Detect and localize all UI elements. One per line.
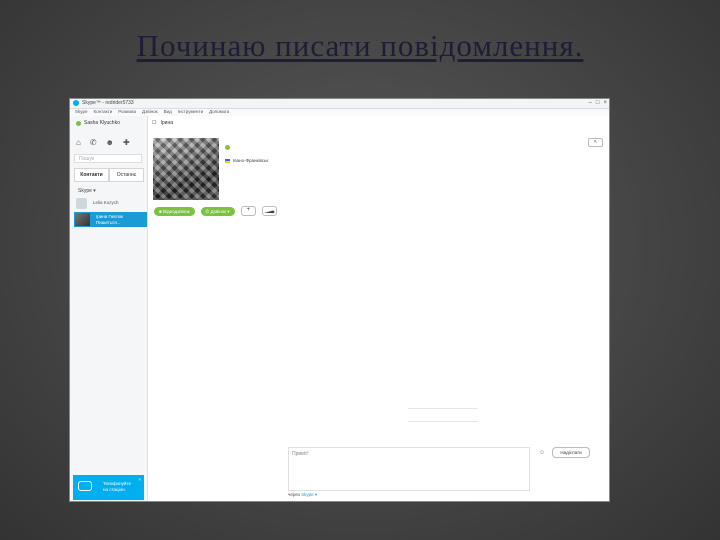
divider xyxy=(408,421,478,422)
expand-button[interactable]: ⇱ xyxy=(588,138,603,147)
avatar xyxy=(76,198,87,209)
menu-view[interactable]: Вид xyxy=(164,109,172,116)
video-call-button[interactable]: ■ Відеодзвінок xyxy=(154,206,195,216)
divider xyxy=(408,408,478,409)
call-quality-icon[interactable]: ▁▂▃▄ xyxy=(261,206,277,216)
menu-bar: Skype Контакти Розмова Дзвінок Вид Інстр… xyxy=(70,109,609,116)
avatar xyxy=(75,213,90,226)
promo-line2: на стаціон. xyxy=(103,487,126,492)
call-label: Дзвінок ▾ xyxy=(210,208,230,214)
contact-group-label[interactable]: Skype ▾ xyxy=(78,188,96,194)
phone-icon[interactable]: ✆ xyxy=(90,138,97,147)
close-button[interactable]: × xyxy=(603,100,607,106)
search-input[interactable]: Пошук xyxy=(74,154,142,163)
conversation-title: Ірина xyxy=(160,120,173,126)
menu-tools[interactable]: Інструменти xyxy=(178,109,203,116)
menu-skype[interactable]: Skype xyxy=(75,109,88,116)
emoticon-icon[interactable]: ☺ xyxy=(539,450,545,456)
menu-conversation[interactable]: Розмова xyxy=(118,109,136,116)
promo-line1: Телефонуйте xyxy=(103,481,131,486)
nav-icons: ⌂ ✆ ☻ ✚ xyxy=(76,138,130,147)
send-button[interactable]: Надіслати xyxy=(552,447,590,458)
online-status-icon xyxy=(76,120,81,126)
tab-recent[interactable]: Останнє xyxy=(109,168,144,182)
location-text: Івано-Франківськ xyxy=(233,158,269,163)
call-actions: ■ Відеодзвінок ✆ Дзвінок ▾ + ▁▂▃▄ xyxy=(154,206,277,216)
user-status[interactable]: Sasha Klyuchko xyxy=(76,120,120,126)
menu-call[interactable]: Дзвінок xyxy=(142,109,158,116)
sidebar: Sasha Klyuchko ⌂ ✆ ☻ ✚ Пошук Контакти Ос… xyxy=(70,116,148,501)
promo-banner[interactable]: Телефонуйте на стаціон. × xyxy=(73,475,144,500)
skype-logo-icon xyxy=(73,100,79,106)
chat-icon: ☐ xyxy=(152,120,157,126)
video-call-label: Відеодзвінок xyxy=(162,208,190,214)
list-item[interactable]: Lelia Kuzych xyxy=(74,197,147,210)
maximize-button[interactable]: □ xyxy=(596,100,600,106)
contacts-group-icon[interactable]: ☻ xyxy=(106,138,114,147)
menu-contacts[interactable]: Контакти xyxy=(94,109,113,116)
menu-help[interactable]: Допомога xyxy=(209,109,229,116)
window-title: Skype™ - redrider5733 xyxy=(82,100,134,106)
call-button[interactable]: ✆ Дзвінок ▾ xyxy=(200,206,235,216)
conversation-pane: ☐ Ірина ⇱ Івано-Франківськ ■ Відеодзвіно… xyxy=(148,116,609,501)
flag-icon xyxy=(225,158,230,163)
send-via-dropdown[interactable]: Skype ▾ xyxy=(301,492,317,497)
send-via: через Skype ▾ xyxy=(288,492,317,498)
send-via-prefix: через xyxy=(288,492,300,497)
add-button[interactable]: + xyxy=(240,206,256,216)
slide-title: Починаю писати повідомлення. xyxy=(136,28,584,63)
promo-close-button[interactable]: × xyxy=(138,477,141,482)
contact-name: Lelia Kuzych xyxy=(93,200,119,205)
message-input[interactable]: Привіт! xyxy=(288,447,530,491)
contact-location: Івано-Франківськ xyxy=(225,158,268,163)
phone-handset-icon xyxy=(78,481,92,491)
window-titlebar: Skype™ - redrider5733 – □ × xyxy=(70,99,609,109)
contact-online-icon xyxy=(225,145,230,150)
message-text: Привіт! xyxy=(292,451,309,457)
skype-window: Skype™ - redrider5733 – □ × Skype Контак… xyxy=(69,98,610,502)
add-contact-icon[interactable]: ✚ xyxy=(123,138,130,147)
list-item-selected[interactable]: Ірина Гнатюк Пишеться... xyxy=(74,212,147,227)
tab-contacts[interactable]: Контакти xyxy=(74,168,109,182)
contact-tabs: Контакти Останнє xyxy=(74,168,144,182)
contact-name: Ірина Гнатюк xyxy=(96,214,123,219)
contact-photo xyxy=(153,138,219,200)
minimize-button[interactable]: – xyxy=(589,100,592,106)
user-name: Sasha Klyuchko xyxy=(84,120,120,126)
home-icon[interactable]: ⌂ xyxy=(76,138,81,147)
conversation-header: ☐ Ірина xyxy=(152,120,173,126)
contact-status-text: Пишеться... xyxy=(96,220,121,225)
